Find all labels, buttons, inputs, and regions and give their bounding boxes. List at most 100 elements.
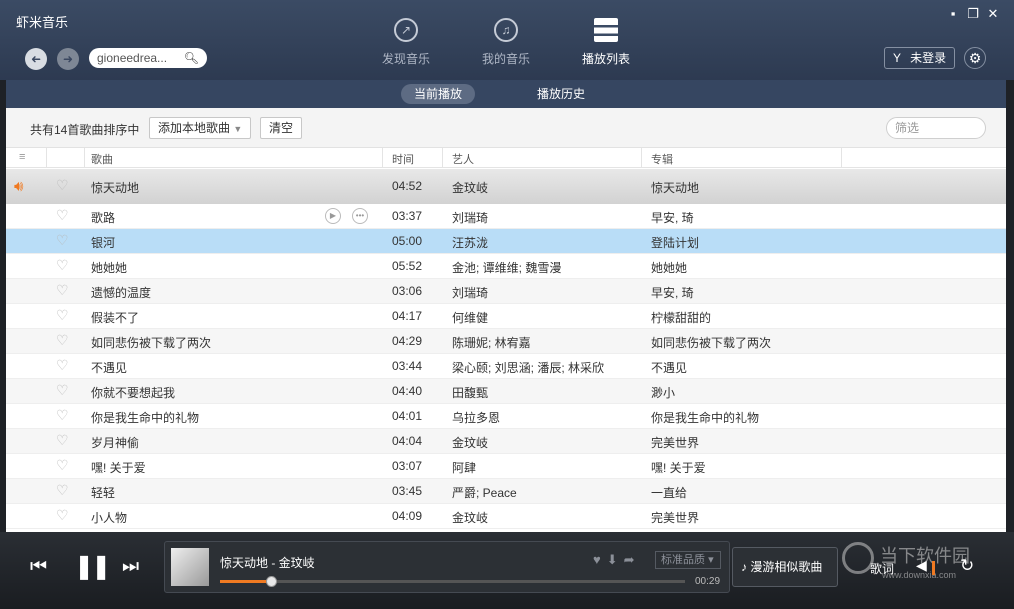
song-album[interactable]: 不遇见 (651, 359, 836, 376)
heart-icon[interactable]: ♡ (56, 307, 69, 324)
song-album[interactable]: 完美世界 (651, 509, 836, 526)
song-album[interactable]: 渺小 (651, 384, 836, 401)
forward-button[interactable]: ➜ (57, 48, 79, 70)
song-artist[interactable]: 金玟岐 (452, 434, 637, 451)
song-artist[interactable]: 刘瑞琦 (452, 284, 637, 301)
next-button[interactable]: ⏭ (122, 556, 139, 578)
search-box[interactable]: gioneedrea... 🔍︎ (89, 48, 207, 68)
song-album[interactable]: 一直给 (651, 484, 836, 501)
tab-discover[interactable]: ↗ 发现音乐 (361, 18, 451, 67)
progress-bar[interactable] (220, 576, 685, 587)
clear-button[interactable]: 清空 (260, 117, 303, 139)
song-actions[interactable]: ♥⬇➦ (593, 552, 641, 568)
song-artist[interactable]: 金池; 谭维维; 魏雪漫 (452, 259, 637, 276)
heart-icon[interactable]: ♡ (56, 357, 69, 374)
song-album[interactable]: 完美世界 (651, 434, 836, 451)
add-local-button[interactable]: 添加本地歌曲 ▼ (149, 117, 252, 139)
song-artist[interactable]: 刘瑞琦 (452, 209, 637, 226)
back-button[interactable]: ➜ (25, 48, 47, 70)
song-artist[interactable]: 严爵; Peace (452, 484, 637, 501)
heart-icon[interactable]: ♡ (56, 257, 69, 274)
tab-playlist[interactable]: 播放列表 (561, 18, 651, 67)
table-row[interactable]: ♡ 不遇见 03:44 梁心颐; 刘思涵; 潘辰; 林采欣 不遇见 (6, 354, 1006, 379)
song-time: 04:29 (392, 334, 423, 348)
table-row[interactable]: ♡ 歌路 ▶ ••• 03:37 刘瑞琦 早安, 琦 (6, 204, 1006, 229)
song-album[interactable]: 她她她 (651, 259, 836, 276)
progress-fill (220, 580, 272, 583)
song-album[interactable]: 惊天动地 (651, 179, 836, 196)
table-row[interactable]: ♡ 如同悲伤被下载了两次 04:29 陈珊妮; 林宥嘉 如同悲伤被下载了两次 (6, 329, 1006, 354)
pause-button[interactable]: ❚❚ (74, 552, 111, 581)
album-cover[interactable] (171, 548, 209, 586)
heart-icon[interactable]: ♡ (56, 382, 69, 399)
song-album[interactable]: 柠檬甜甜的 (651, 309, 836, 326)
previous-button[interactable]: ⏮ (30, 556, 47, 578)
heart-icon[interactable]: ♡ (56, 282, 69, 299)
similar-songs-button[interactable]: ♪ 漫游相似歌曲 (732, 547, 838, 587)
song-title: 小人物 (91, 511, 128, 525)
heart-icon[interactable]: ♡ (56, 332, 69, 349)
table-row[interactable]: ♡ 你是我生命中的礼物 04:01 乌拉多恩 你是我生命中的礼物 (6, 404, 1006, 429)
drag-handle-icon[interactable]: ≡ (19, 151, 25, 163)
heart-icon[interactable]: ♡ (56, 207, 69, 224)
table-row[interactable]: ♡ 嘿! 关于爱 03:07 阿肆 嘿! 关于爱 (6, 454, 1006, 479)
song-time: 04:09 (392, 509, 423, 523)
table-row[interactable]: 🔊︎ ♡ 惊天动地 04:52 金玟岐 惊天动地 (6, 169, 1006, 204)
search-icon[interactable]: 🔍︎ (184, 51, 199, 65)
tab-my-music[interactable]: ♫ 我的音乐 (461, 18, 551, 67)
maximize-button[interactable]: ❐ (964, 6, 982, 22)
heart-icon[interactable]: ♡ (56, 507, 69, 524)
minimize-button[interactable]: ▪ (944, 6, 962, 21)
table-row[interactable]: ♡ 小人物 04:09 金玟岐 完美世界 (6, 504, 1006, 529)
song-album[interactable]: 早安, 琦 (651, 284, 836, 301)
song-album[interactable]: 登陆计划 (651, 234, 836, 251)
heart-icon[interactable]: ♡ (56, 232, 69, 249)
loop-icon[interactable]: ↻ (960, 556, 974, 576)
song-artist[interactable]: 田馥甄 (452, 384, 637, 401)
song-artist[interactable]: 陈珊妮; 林宥嘉 (452, 334, 637, 351)
song-album[interactable]: 你是我生命中的礼物 (651, 409, 836, 426)
progress-handle[interactable] (266, 576, 278, 587)
volume-icon[interactable]: ◀ (916, 557, 927, 574)
table-row[interactable]: ♡ 岁月神偷 04:04 金玟岐 完美世界 (6, 429, 1006, 454)
heart-icon[interactable]: ♡ (56, 407, 69, 424)
play-icon[interactable]: ▶ (325, 208, 341, 224)
gear-icon[interactable]: ⚙ (964, 47, 986, 69)
login-button[interactable]: Y 未登录 (884, 47, 955, 69)
more-icon[interactable]: ••• (352, 208, 368, 224)
column-song[interactable]: 歌曲 (91, 151, 113, 167)
table-row[interactable]: ♡ 你就不要想起我 04:40 田馥甄 渺小 (6, 379, 1006, 404)
column-time[interactable]: 时间 (392, 151, 414, 167)
song-artist[interactable]: 汪苏泷 (452, 234, 637, 251)
heart-icon[interactable]: ♡ (56, 457, 69, 474)
song-album[interactable]: 嘿! 关于爱 (651, 459, 836, 476)
song-artist[interactable]: 梁心颐; 刘思涵; 潘辰; 林采欣 (452, 359, 637, 376)
song-title: 惊天动地 (91, 181, 140, 195)
song-album[interactable]: 如同悲伤被下载了两次 (651, 334, 836, 351)
close-button[interactable]: ✕ (984, 6, 1002, 22)
song-artist[interactable]: 乌拉多恩 (452, 409, 637, 426)
table-row[interactable]: ♡ 假装不了 04:17 何维健 柠檬甜甜的 (6, 304, 1006, 329)
heart-icon[interactable]: ♡ (56, 482, 69, 499)
tab-history[interactable]: 播放历史 (528, 84, 594, 104)
heart-icon[interactable]: ♡ (56, 432, 69, 449)
song-artist[interactable]: 金玟岐 (452, 509, 637, 526)
table-row[interactable]: ♡ 遗憾的温度 03:06 刘瑞琦 早安, 琦 (6, 279, 1006, 304)
song-album[interactable]: 早安, 琦 (651, 209, 836, 226)
table-row[interactable]: ♡ 她她她 05:52 金池; 谭维维; 魏雪漫 她她她 (6, 254, 1006, 279)
song-title: 岁月神偷 (91, 436, 140, 450)
song-artist[interactable]: 何维健 (452, 309, 637, 326)
song-artist[interactable]: 金玟岐 (452, 179, 637, 196)
lyrics-button[interactable]: 歌词 (870, 560, 894, 577)
filter-input[interactable]: 筛选 (886, 117, 986, 139)
column-artist[interactable]: 艺人 (452, 151, 474, 167)
search-input[interactable]: gioneedrea... (97, 51, 181, 65)
quality-select[interactable]: 标准品质 ▾ (655, 551, 721, 569)
volume-level[interactable] (932, 561, 935, 575)
song-artist[interactable]: 阿肆 (452, 459, 637, 476)
table-row[interactable]: ♡ 轻轻 03:45 严爵; Peace 一直给 (6, 479, 1006, 504)
table-row[interactable]: ♡ 银河 05:00 汪苏泷 登陆计划 (6, 229, 1006, 254)
heart-icon[interactable]: ♡ (56, 177, 69, 194)
tab-now-playing[interactable]: 当前播放 (401, 84, 475, 104)
column-album[interactable]: 专辑 (651, 151, 673, 167)
